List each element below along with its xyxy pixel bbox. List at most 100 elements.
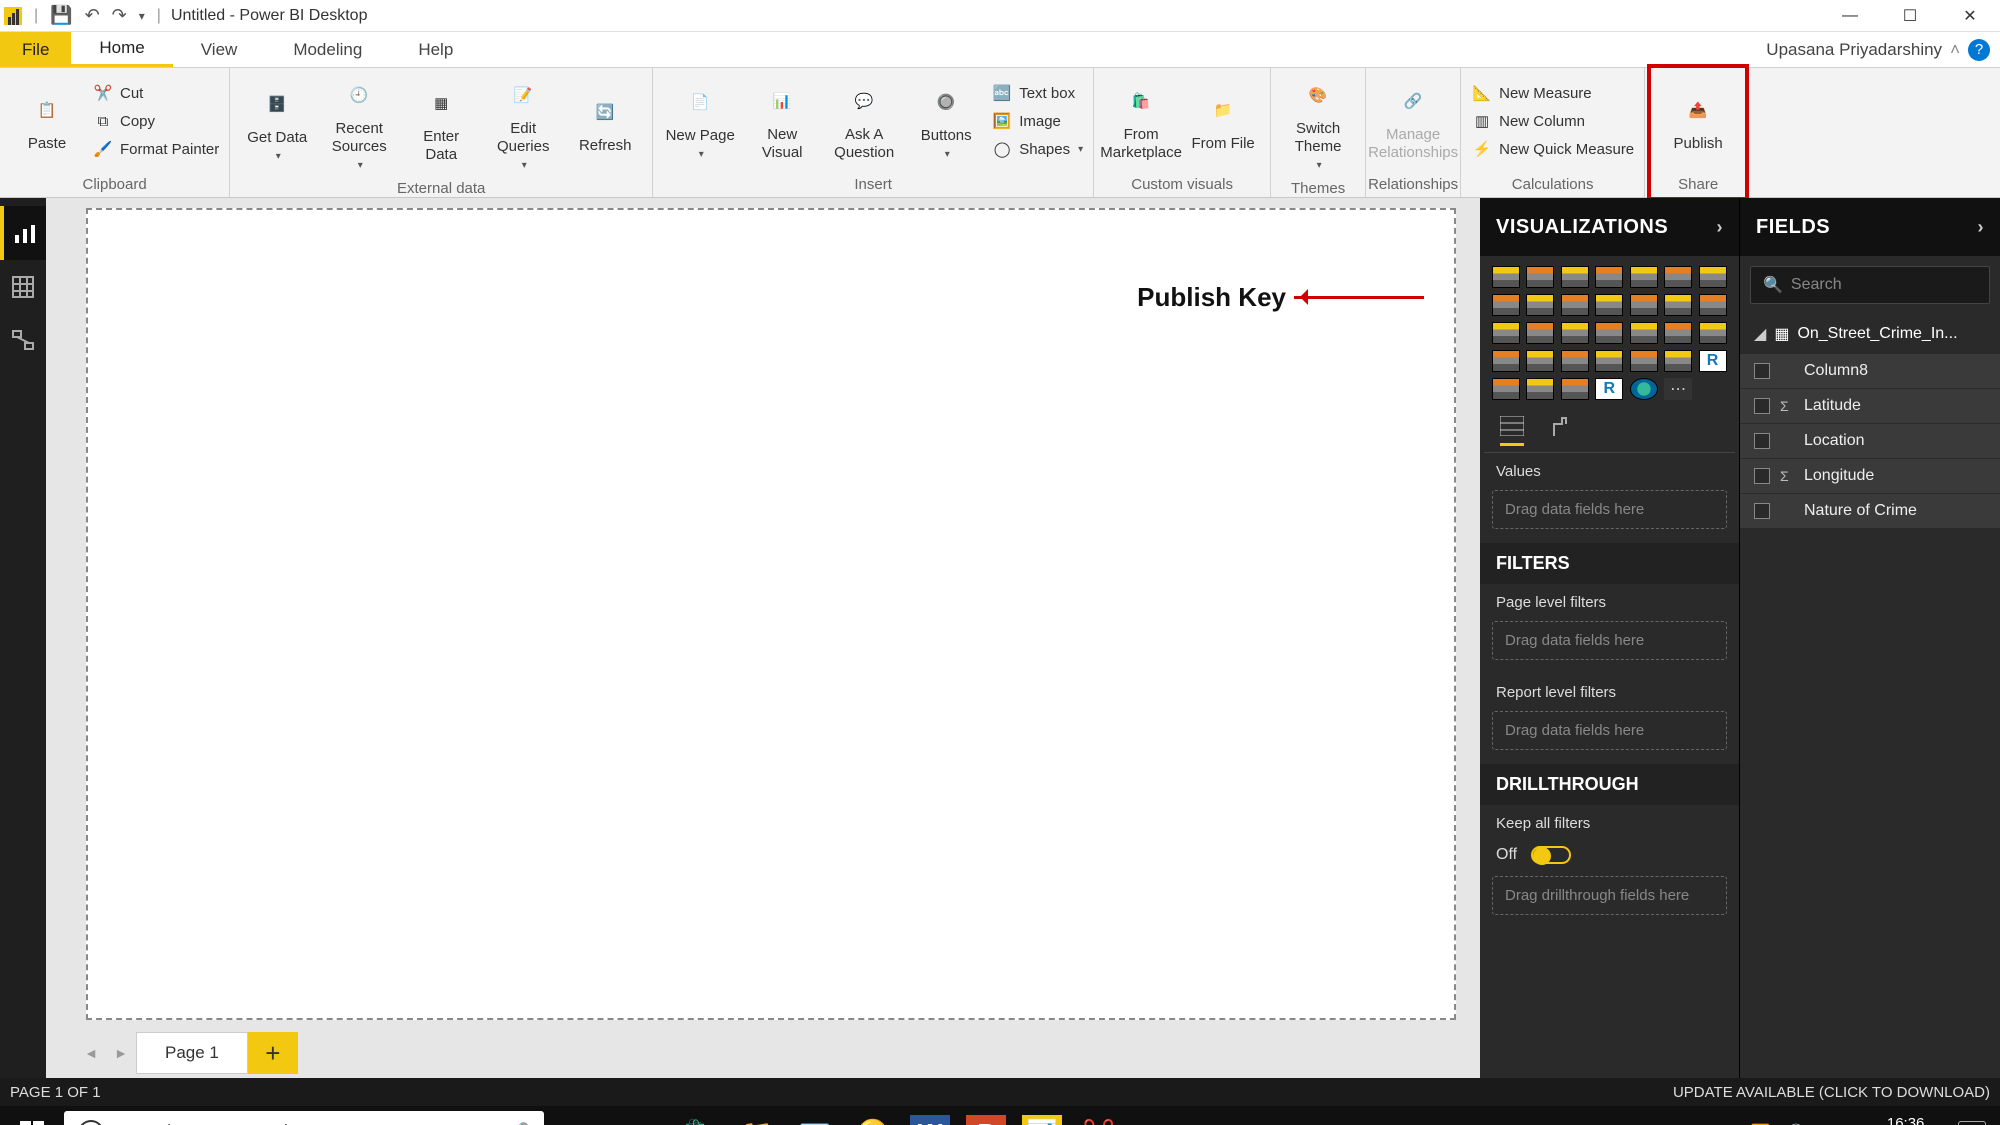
text-box-button[interactable]: 🔤Text box (991, 83, 1083, 105)
page-tab-1[interactable]: Page 1 (136, 1032, 248, 1074)
page-prev-button[interactable]: ◄ (76, 1036, 106, 1070)
viz-clustered-bar[interactable] (1561, 266, 1589, 288)
field-checkbox[interactable] (1754, 398, 1770, 414)
format-painter-button[interactable]: 🖌️Format Painter (92, 139, 219, 161)
start-button[interactable] (0, 1106, 64, 1125)
new-page-button[interactable]: 📄New Page (663, 79, 737, 165)
viz-r-visual[interactable]: R (1595, 378, 1623, 400)
field-row[interactable]: Nature of Crime (1740, 494, 2000, 529)
ask-question-button[interactable]: 💬Ask A Question (827, 78, 901, 166)
report-view-button[interactable] (0, 206, 46, 260)
table-node[interactable]: ◢ ▦ On_Street_Crime_In... (1740, 314, 2000, 354)
data-view-button[interactable] (0, 260, 46, 314)
maximize-button[interactable]: ☐ (1880, 0, 1940, 32)
viz-card[interactable] (1492, 350, 1520, 372)
from-marketplace-button[interactable]: 🛍️From Marketplace (1104, 78, 1178, 166)
drillthrough-dropzone[interactable]: Drag drillthrough fields here (1492, 876, 1727, 915)
action-center-icon[interactable]: 3 (1958, 1121, 1986, 1125)
fields-header[interactable]: FIELDS› (1740, 198, 2000, 256)
field-row[interactable]: Column8 (1740, 354, 2000, 389)
field-row[interactable]: Location (1740, 424, 2000, 459)
new-column-button[interactable]: ▥New Column (1471, 111, 1634, 133)
recent-sources-button[interactable]: 🕘Recent Sources (322, 72, 396, 176)
format-tab[interactable] (1550, 416, 1570, 446)
viz-powerapps[interactable] (1561, 378, 1589, 400)
viz-map[interactable] (1595, 322, 1623, 344)
values-dropzone[interactable]: Drag data fields here (1492, 490, 1727, 529)
viz-stacked-column[interactable] (1526, 266, 1554, 288)
tab-home[interactable]: Home (71, 32, 172, 67)
viz-arcgis[interactable] (1526, 378, 1554, 400)
new-visual-button[interactable]: 📊New Visual (745, 78, 819, 166)
viz-globe[interactable] (1630, 378, 1658, 400)
chrome-icon[interactable]: 🟡 (844, 1106, 902, 1125)
field-row[interactable]: ΣLongitude (1740, 459, 2000, 494)
cut-button[interactable]: ✂️Cut (92, 83, 219, 105)
viz-line[interactable] (1699, 266, 1727, 288)
field-row[interactable]: ΣLatitude (1740, 389, 2000, 424)
add-page-button[interactable]: + (248, 1032, 298, 1074)
viz-filled-map[interactable] (1630, 322, 1658, 344)
manage-relationships-button[interactable]: 🔗Manage Relationships (1376, 78, 1450, 166)
viz-slicer[interactable] (1595, 350, 1623, 372)
viz-stacked-area[interactable] (1526, 294, 1554, 316)
viz-r-script[interactable]: R (1699, 350, 1727, 372)
buttons-button[interactable]: 🔘Buttons (909, 79, 983, 165)
copy-button[interactable]: ⧉Copy (92, 111, 219, 133)
save-icon[interactable]: 💾 (44, 5, 78, 26)
viz-treemap[interactable] (1561, 322, 1589, 344)
tab-file[interactable]: File (0, 32, 71, 67)
viz-stacked-bar[interactable] (1492, 266, 1520, 288)
new-quick-measure-button[interactable]: ⚡New Quick Measure (1471, 139, 1634, 161)
minimize-button[interactable]: — (1820, 0, 1880, 32)
mail-icon[interactable]: ✉️ (786, 1106, 844, 1125)
field-checkbox[interactable] (1754, 433, 1770, 449)
taskbar-search[interactable]: Type here to search 🎤 (64, 1111, 544, 1125)
field-checkbox[interactable] (1754, 503, 1770, 519)
user-chevron-icon[interactable]: ˄ (1950, 40, 1960, 60)
viz-gauge[interactable] (1699, 322, 1727, 344)
paste-button[interactable]: 📋 Paste (10, 87, 84, 157)
user-name[interactable]: Upasana Priyadarshiny (1766, 40, 1942, 60)
viz-line-stacked[interactable] (1561, 294, 1589, 316)
tab-modeling[interactable]: Modeling (265, 32, 390, 67)
edit-queries-button[interactable]: 📝Edit Queries (486, 72, 560, 176)
page-next-button[interactable]: ► (106, 1036, 136, 1070)
viz-pie[interactable] (1492, 322, 1520, 344)
viz-area[interactable] (1492, 294, 1520, 316)
task-view-button[interactable]: ⊞ (554, 1106, 612, 1125)
report-filters-dropzone[interactable]: Drag data fields here (1492, 711, 1727, 750)
new-measure-button[interactable]: 📐New Measure (1471, 83, 1634, 105)
field-checkbox[interactable] (1754, 363, 1770, 379)
viz-matrix[interactable] (1664, 350, 1692, 372)
viz-line-clustered[interactable] (1595, 294, 1623, 316)
viz-ribbon[interactable] (1630, 294, 1658, 316)
fields-search[interactable]: 🔍 Search (1750, 266, 1990, 304)
keep-filters-toggle[interactable] (1531, 846, 1571, 864)
clock[interactable]: 16:36 26-09-2018 (1867, 1115, 1944, 1125)
image-button[interactable]: 🖼️Image (991, 111, 1083, 133)
viz-donut[interactable] (1526, 322, 1554, 344)
tab-view[interactable]: View (173, 32, 266, 67)
close-button[interactable]: ✕ (1940, 0, 2000, 32)
powerpoint-icon[interactable]: P (966, 1115, 1006, 1125)
store-icon[interactable]: 🛍️ (670, 1106, 728, 1125)
model-view-button[interactable] (0, 314, 46, 368)
mic-icon[interactable]: 🎤 (505, 1121, 530, 1125)
get-data-button[interactable]: 🗄️Get Data (240, 81, 314, 167)
viz-table[interactable] (1630, 350, 1658, 372)
qat-customize-icon[interactable]: ▾ (133, 9, 151, 23)
powerbi-icon[interactable]: 📊 (1022, 1115, 1062, 1125)
viz-waterfall[interactable] (1664, 294, 1692, 316)
edge-icon[interactable]: e (612, 1106, 670, 1125)
field-checkbox[interactable] (1754, 468, 1770, 484)
fields-tab[interactable] (1500, 416, 1524, 446)
viz-multi-card[interactable] (1526, 350, 1554, 372)
snipping-tool-icon[interactable]: ✂️ (1070, 1106, 1128, 1125)
viz-kpi[interactable] (1561, 350, 1589, 372)
enter-data-button[interactable]: ▦Enter Data (404, 80, 478, 168)
help-icon[interactable]: ? (1968, 39, 1990, 61)
refresh-button[interactable]: 🔄Refresh (568, 89, 642, 159)
viz-python[interactable] (1492, 378, 1520, 400)
from-file-button[interactable]: 📁From File (1186, 87, 1260, 157)
